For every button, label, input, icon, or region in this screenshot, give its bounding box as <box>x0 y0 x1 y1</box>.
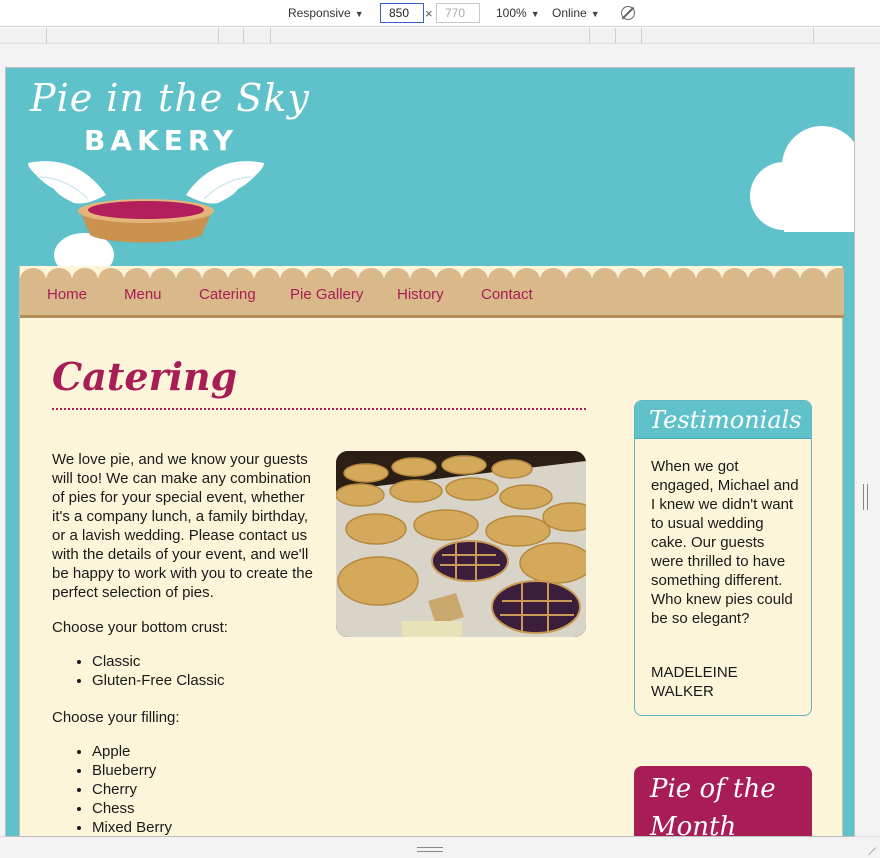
device-select-label: Responsive <box>288 6 351 20</box>
crust-label: Choose your bottom crust: <box>52 619 228 636</box>
pie-of-the-month-heading: Pie of the Month <box>650 774 776 837</box>
ruler-segment <box>813 28 814 43</box>
width-resize-handle[interactable] <box>863 484 868 510</box>
nav-history[interactable]: History <box>397 286 444 303</box>
list-item: Apple <box>92 742 172 761</box>
corner-resize-icon[interactable] <box>861 840 877 856</box>
viewport-height-input[interactable]: 770 <box>436 3 480 23</box>
device-select[interactable]: Responsive ▼ <box>288 5 364 22</box>
bakery-logo[interactable]: Pie in the Sky BAKERY <box>26 70 309 270</box>
nav-pie-gallery[interactable]: Pie Gallery <box>290 286 363 303</box>
filling-label: Choose your filling: <box>52 709 180 726</box>
network-select-label: Online <box>552 6 587 20</box>
website-viewport: Pie in the Sky BAKERY Home Menu Catering… <box>5 67 855 837</box>
list-item: Classic <box>92 652 225 671</box>
testimonials-box: Testimonials When we got engaged, Michae… <box>634 400 812 716</box>
height-resize-handle[interactable] <box>417 847 443 852</box>
testimonials-heading: Testimonials <box>635 401 811 439</box>
nav-contact[interactable]: Contact <box>481 286 533 303</box>
testimonial-author: Madeleine Walker <box>651 664 738 700</box>
nav-catering[interactable]: Catering <box>199 286 256 303</box>
pies-table-image <box>336 451 586 637</box>
nav-menu[interactable]: Menu <box>124 286 162 303</box>
list-item: Chess <box>92 799 172 818</box>
pies-photo <box>336 451 586 637</box>
winged-pie-icon <box>28 161 264 270</box>
catering-intro: We love pie, and we know your guests wil… <box>52 451 313 601</box>
chevron-down-icon: ▼ <box>590 9 600 19</box>
logo-subtitle: BAKERY <box>84 124 239 157</box>
rotate-icon[interactable] <box>621 6 635 20</box>
list-item: Blueberry <box>92 761 172 780</box>
filling-list: Apple Blueberry Cherry Chess Mixed Berry <box>92 742 172 836</box>
devtools-toolbar: Responsive ▼ 850 × 770 100% ▼ Online ▼ <box>0 0 880 27</box>
nav-home[interactable]: Home <box>47 286 87 303</box>
chevron-down-icon: ▼ <box>530 9 540 19</box>
ruler-segment <box>615 28 616 43</box>
devtools-bottom-bar <box>0 836 880 858</box>
list-item: Mixed Berry <box>92 818 172 836</box>
testimonial-quote: When we got engaged, Michael and I knew … <box>651 458 799 627</box>
viewport-width-input[interactable]: 850 <box>380 3 424 23</box>
ruler-segment <box>46 28 47 43</box>
content-panel: Home Menu Catering Pie Gallery History C… <box>19 266 844 837</box>
media-query-ruler[interactable] <box>0 28 880 44</box>
page-title: Catering <box>52 354 238 399</box>
title-divider <box>52 408 586 410</box>
ruler-segment <box>270 28 271 43</box>
zoom-select-label: 100% <box>496 6 527 20</box>
list-item: Gluten-Free Classic <box>92 671 225 690</box>
crust-list: Classic Gluten-Free Classic <box>92 652 225 690</box>
zoom-select[interactable]: 100% ▼ <box>496 5 540 22</box>
ruler-segment <box>589 28 590 43</box>
ruler-segment <box>243 28 244 43</box>
dimension-separator: × <box>425 6 433 21</box>
cloud-decoration <box>750 126 854 232</box>
main-nav: Home Menu Catering Pie Gallery History C… <box>20 278 844 318</box>
pie-of-the-month-box: Pie of the Month <box>634 766 812 837</box>
chevron-down-icon: ▼ <box>354 9 364 19</box>
list-item: Cherry <box>92 780 172 799</box>
logo-title: Pie in the Sky <box>30 76 310 120</box>
ruler-segment <box>218 28 219 43</box>
ruler-segment <box>641 28 642 43</box>
network-throttle-select[interactable]: Online ▼ <box>552 5 600 22</box>
